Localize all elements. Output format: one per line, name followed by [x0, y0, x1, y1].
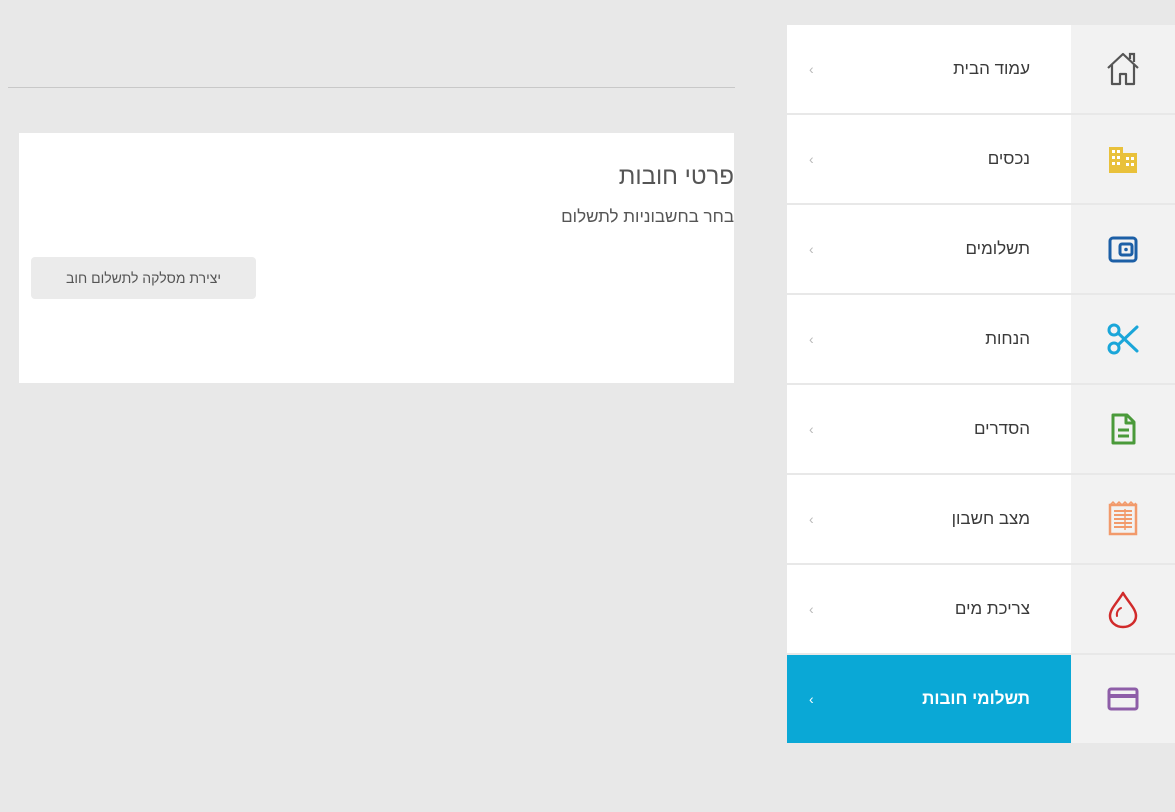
chevron-left-icon: ‹	[809, 421, 814, 437]
sidebar-icon-cell	[1071, 385, 1175, 473]
chevron-left-icon: ‹	[809, 61, 814, 77]
sidebar-item-discounts[interactable]: הנחות ‹	[787, 295, 1175, 383]
water-drop-icon	[1108, 591, 1138, 629]
sidebar-item-water-consumption[interactable]: צריכת מים ‹	[787, 565, 1175, 653]
page-subtitle: בחר בחשבוניות לתשלום	[561, 207, 734, 226]
chevron-left-icon: ‹	[809, 601, 814, 617]
chevron-left-icon: ‹	[809, 331, 814, 347]
sidebar-item-account-status[interactable]: מצב חשבון ‹	[787, 475, 1175, 563]
sidebar-item-label: הנחות	[985, 329, 1030, 348]
document-icon	[1111, 413, 1136, 445]
sidebar-item-label: תשלומים	[965, 239, 1030, 258]
sidebar-icon-cell	[1071, 25, 1175, 113]
create-debt-payment-button[interactable]: יצירת מסלקה לתשלום חוב	[31, 257, 256, 299]
chevron-left-icon: ‹	[809, 511, 814, 527]
sidebar-icon-cell	[1071, 295, 1175, 383]
debt-details-card: פרטי חובות בחר בחשבוניות לתשלום יצירת מס…	[19, 133, 734, 383]
sidebar-icon-cell	[1071, 115, 1175, 203]
sidebar-icon-cell	[1071, 475, 1175, 563]
sidebar-item-payments[interactable]: תשלומים ‹	[787, 205, 1175, 293]
credit-card-icon	[1107, 687, 1139, 711]
sidebar-item-label: מצב חשבון	[951, 509, 1030, 528]
statement-icon	[1108, 500, 1138, 536]
sidebar-item-label: הסדרים	[973, 419, 1030, 438]
sidebar-item-label: צריכת מים	[954, 599, 1030, 618]
chevron-left-icon: ‹	[809, 241, 814, 257]
sidebar-item-properties[interactable]: נכסים ‹	[787, 115, 1175, 203]
sidebar-item-label: עמוד הבית	[953, 59, 1030, 78]
wallet-icon	[1108, 236, 1138, 263]
sidebar-nav: עמוד הבית ‹ נכסים ‹ תשלומים ‹ הנחות ‹ הס…	[787, 25, 1175, 745]
scissors-icon	[1107, 323, 1139, 355]
page-title: פרטי חובות	[618, 163, 734, 190]
sidebar-item-home[interactable]: עמוד הבית ‹	[787, 25, 1175, 113]
sidebar-item-debt-payments[interactable]: תשלומי חובות ‹	[787, 655, 1175, 743]
sidebar-item-label: תשלומי חובות	[922, 689, 1030, 708]
sidebar-icon-cell	[1071, 655, 1175, 743]
sidebar-item-label: נכסים	[987, 149, 1030, 168]
sidebar-icon-cell	[1071, 565, 1175, 653]
chevron-left-icon: ‹	[809, 151, 814, 167]
sidebar-item-arrangements[interactable]: הסדרים ‹	[787, 385, 1175, 473]
sidebar-icon-cell	[1071, 205, 1175, 293]
chevron-left-icon: ‹	[809, 691, 814, 707]
top-separator	[8, 87, 735, 88]
home-icon	[1107, 52, 1139, 86]
buildings-icon	[1109, 147, 1137, 173]
